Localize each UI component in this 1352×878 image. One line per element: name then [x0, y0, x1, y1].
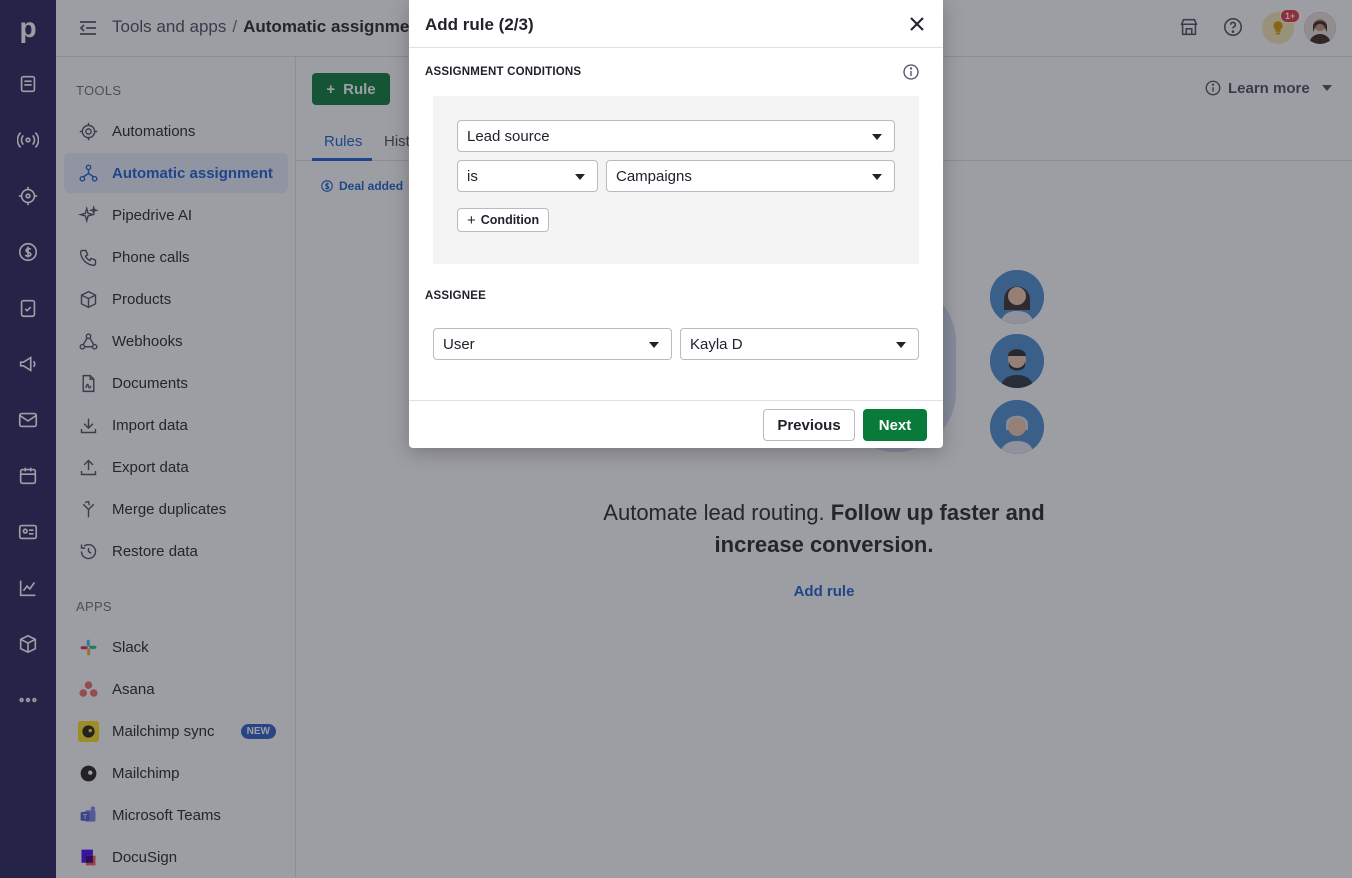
assignee-type-select[interactable]: User [433, 328, 672, 360]
value-select-value: Campaigns [616, 167, 692, 185]
caret-down-icon [872, 134, 882, 140]
add-condition-label: Condition [480, 213, 540, 227]
field-select-value: Lead source [467, 127, 550, 145]
close-icon[interactable] [909, 16, 925, 32]
assignee-type-value: User [443, 335, 475, 353]
assignee-select[interactable]: Kayla D [680, 328, 919, 360]
caret-down-icon [872, 174, 882, 180]
caret-down-icon [575, 174, 585, 180]
field-select[interactable]: Lead source [457, 120, 895, 152]
plus-icon: + [467, 211, 476, 229]
modal-title: Add rule (2/3) [425, 15, 534, 34]
modal-footer: Previous Next [409, 400, 943, 448]
next-button[interactable]: Next [863, 409, 927, 441]
operator-select[interactable]: is [457, 160, 598, 192]
previous-button[interactable]: Previous [763, 409, 855, 441]
add-condition-button[interactable]: + Condition [457, 208, 550, 232]
assignee-label: ASSIGNEE [425, 290, 487, 302]
info-icon[interactable] [903, 64, 919, 80]
conditions-panel: Lead source is Campaigns + Condition [433, 96, 919, 264]
assignment-conditions-label: ASSIGNMENT CONDITIONS [425, 66, 582, 78]
modal-header: Add rule (2/3) [409, 0, 943, 48]
operator-select-value: is [467, 167, 478, 185]
caret-down-icon [896, 342, 906, 348]
assignee-value: Kayla D [690, 335, 743, 353]
caret-down-icon [649, 342, 659, 348]
add-rule-modal: Add rule (2/3) ASSIGNMENT CONDITIONS Lea… [409, 0, 943, 448]
value-select[interactable]: Campaigns [606, 160, 895, 192]
